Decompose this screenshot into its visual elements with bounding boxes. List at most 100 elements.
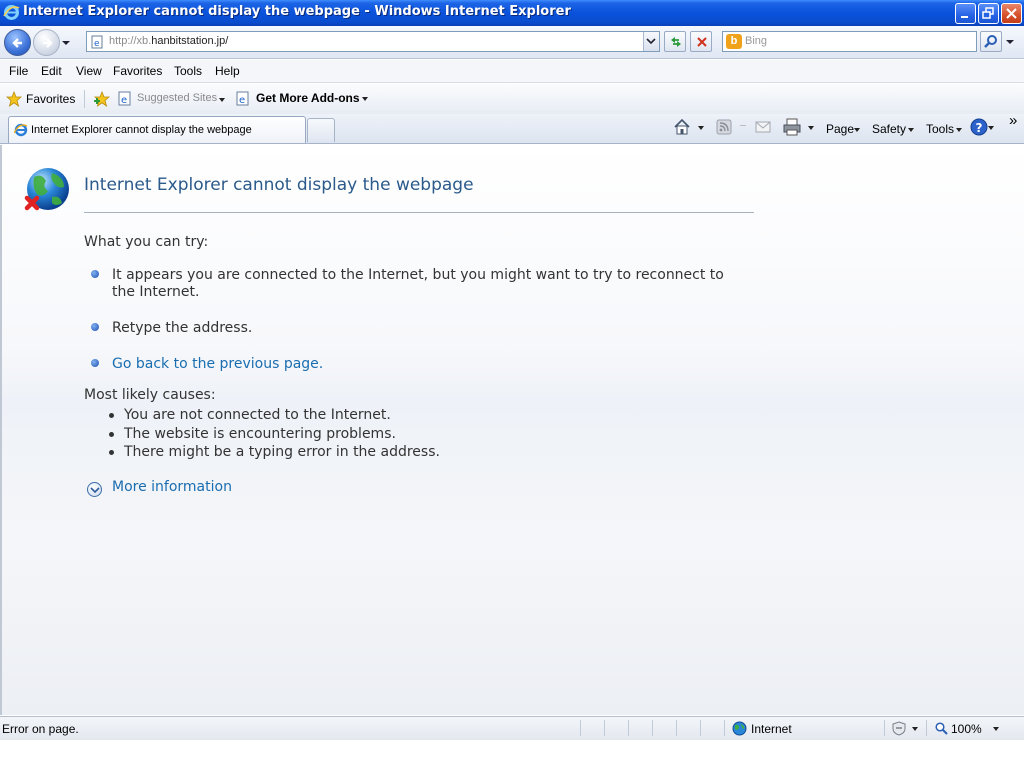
tip-reconnect-line1: It appears you are connected to the Inte… [112, 267, 724, 283]
status-bar: Error on page. Internet 100% [0, 716, 1024, 740]
close-icon [1006, 8, 1017, 19]
zoom-chevron-down-icon[interactable] [993, 727, 999, 731]
search-button[interactable] [980, 31, 1002, 52]
close-button[interactable] [1001, 3, 1022, 24]
tip-retype-address: Retype the address. [112, 320, 253, 336]
favorites-bar: Favorites e Suggested Sites e Get More A… [0, 84, 1024, 114]
tip-bullet-icon [91, 270, 99, 278]
refresh-icon [671, 37, 681, 47]
favorites-button[interactable]: Favorites [4, 89, 80, 109]
tools-menu[interactable]: Tools [926, 122, 954, 136]
status-separator [604, 720, 605, 736]
menu-edit[interactable]: Edit [41, 64, 62, 78]
safety-menu[interactable]: Safety [872, 122, 906, 136]
help-chevron-down-icon[interactable] [988, 126, 994, 130]
page-content: Internet Explorer cannot display the web… [0, 145, 1024, 715]
recent-pages-dropdown-icon[interactable] [61, 38, 71, 48]
help-icon[interactable]: ? [970, 118, 988, 136]
menu-tools[interactable]: Tools [174, 64, 202, 78]
url-scheme: http://xb. [109, 35, 152, 47]
browser-window: Internet Explorer cannot display the web… [0, 0, 1024, 740]
tools-chevron-down-icon[interactable] [956, 128, 962, 132]
more-commands-chevron[interactable]: » [1009, 112, 1017, 129]
search-placeholder: Bing [745, 35, 768, 47]
address-dropdown-button[interactable] [643, 32, 659, 51]
add-to-favorites-bar-icon[interactable] [93, 91, 111, 108]
page-icon: e [91, 35, 103, 49]
expand-chevron-icon[interactable] [87, 482, 102, 497]
more-information-link[interactable]: More information [112, 479, 232, 495]
status-separator [884, 720, 885, 736]
zoom-level[interactable]: 100% [951, 722, 982, 736]
new-tab-button[interactable] [307, 118, 335, 142]
status-separator [700, 720, 701, 736]
forward-arrow-icon [43, 38, 53, 48]
error-title: Internet Explorer cannot display the web… [84, 175, 474, 195]
feeds-icon[interactable] [716, 119, 732, 135]
what-you-can-try-heading: What you can try: [84, 234, 209, 250]
status-text: Error on page. [2, 722, 79, 736]
feeds-separator [740, 125, 746, 126]
status-separator [652, 720, 653, 736]
address-bar[interactable]: e http://xb.hanbitstation.jp/ [86, 31, 660, 52]
search-box[interactable]: b Bing [722, 31, 977, 52]
cause-item: You are not connected to the Internet. [124, 407, 391, 423]
forward-button[interactable] [33, 29, 60, 56]
tip-bullet-icon [91, 359, 99, 367]
status-separator [926, 720, 927, 736]
minimize-icon [961, 16, 968, 18]
title-divider [84, 212, 754, 213]
search-options-dropdown-icon[interactable] [1003, 31, 1017, 52]
suggested-sites-icon: e [118, 91, 131, 106]
causes-heading: Most likely causes: [84, 387, 216, 403]
menu-file[interactable]: File [9, 64, 28, 78]
chevron-down-icon [646, 38, 656, 45]
status-separator [724, 720, 725, 736]
suggested-sites-chevron-down-icon[interactable] [219, 98, 225, 102]
favorites-star-icon [6, 91, 22, 107]
bing-icon: b [726, 34, 742, 49]
internet-explorer-tab-icon [14, 123, 28, 137]
menu-favorites[interactable]: Favorites [113, 64, 162, 78]
protected-mode-icon[interactable] [891, 721, 907, 736]
refresh-button[interactable] [664, 31, 686, 52]
page-chevron-down-icon[interactable] [854, 128, 860, 132]
suggested-sites-link[interactable]: Suggested Sites [137, 92, 217, 104]
home-icon[interactable] [673, 118, 691, 136]
zoom-icon[interactable] [935, 722, 948, 735]
security-zone-label[interactable]: Internet [751, 722, 792, 736]
safety-chevron-down-icon[interactable] [908, 128, 914, 132]
page-menu[interactable]: Page [826, 122, 854, 136]
url-host: hanbitstation.jp/ [151, 35, 229, 47]
menu-help[interactable]: Help [215, 64, 240, 78]
internet-zone-globe-icon [732, 721, 747, 736]
address-toolbar: e http://xb.hanbitstation.jp/ b Bing [0, 26, 1024, 59]
status-separator [580, 720, 581, 736]
home-chevron-down-icon[interactable] [698, 126, 704, 130]
stop-icon [697, 37, 707, 47]
tip-reconnect-line2: the Internet. [112, 284, 200, 300]
status-separator [676, 720, 677, 736]
svg-text:e: e [121, 95, 127, 106]
tab-title: Internet Explorer cannot display the web… [31, 124, 252, 136]
go-back-link[interactable]: Go back to the previous page. [112, 356, 323, 372]
protected-mode-chevron-down-icon[interactable] [912, 727, 918, 731]
minimize-button[interactable] [955, 3, 976, 24]
window-title: Internet Explorer cannot display the web… [23, 4, 571, 19]
get-addons-chevron-down-icon[interactable] [362, 97, 368, 101]
internet-explorer-icon [3, 5, 20, 20]
get-addons-link[interactable]: Get More Add-ons [256, 91, 360, 105]
menu-view[interactable]: View [76, 64, 102, 78]
stop-button[interactable] [690, 31, 712, 52]
back-button[interactable] [4, 29, 31, 56]
restore-icon [982, 7, 994, 19]
tab-bar: Internet Explorer cannot display the web… [0, 112, 1024, 144]
tip-bullet-icon [91, 323, 99, 331]
print-icon[interactable] [783, 118, 801, 136]
read-mail-icon[interactable] [755, 120, 771, 134]
print-chevron-down-icon[interactable] [808, 126, 814, 130]
svg-text:?: ? [976, 121, 983, 135]
cause-item: There might be a typing error in the add… [124, 444, 440, 460]
restore-button[interactable] [978, 3, 999, 24]
tab-active[interactable]: Internet Explorer cannot display the web… [8, 116, 306, 143]
